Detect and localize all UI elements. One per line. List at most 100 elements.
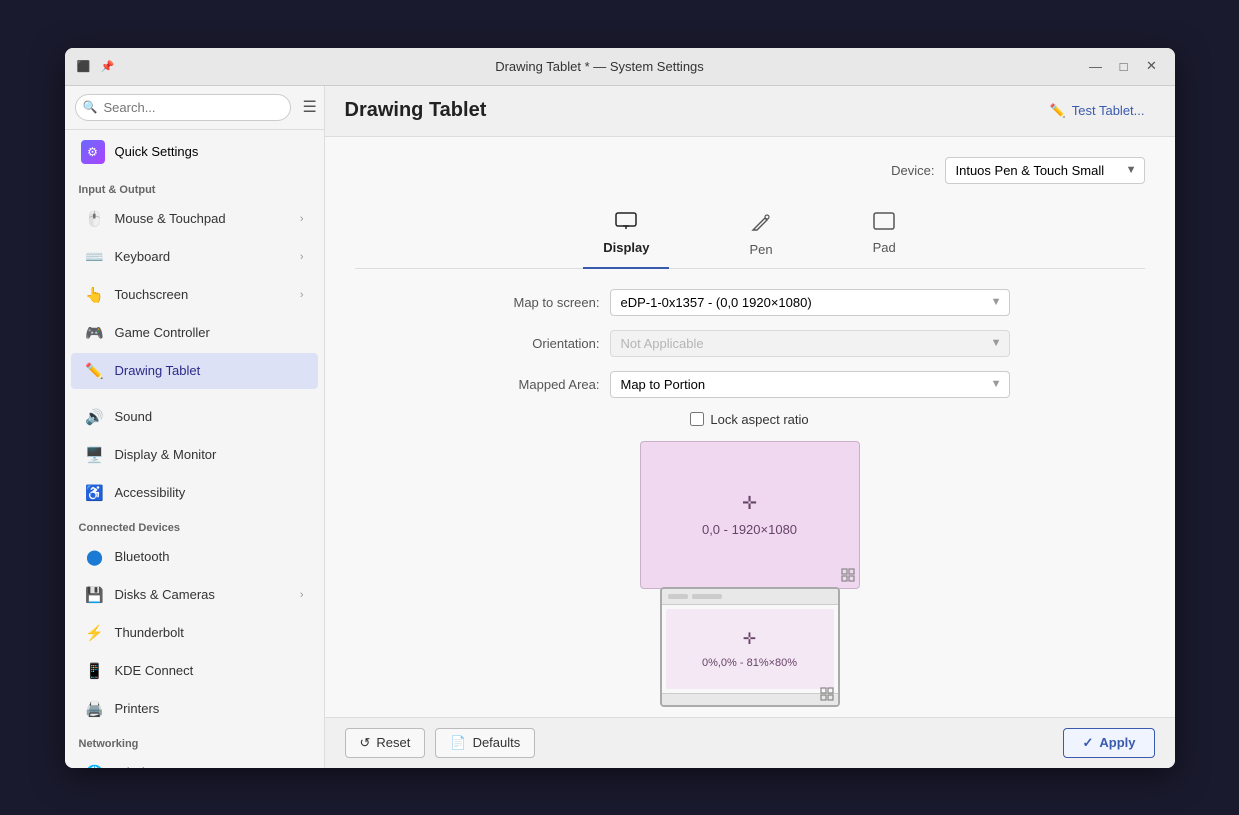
printers-label: Printers xyxy=(115,701,304,716)
disks-cameras-icon: 💾 xyxy=(85,585,105,605)
apply-icon: ✓ xyxy=(1082,735,1093,751)
window-menu-icon[interactable]: ⬛ xyxy=(75,57,93,75)
keyboard-label: Keyboard xyxy=(115,249,290,264)
tablet-top-bar-dot2 xyxy=(692,594,722,599)
pen-tab-label: Pen xyxy=(749,242,772,257)
titlebar-title: Drawing Tablet * — System Settings xyxy=(117,59,1083,74)
sidebar-item-quick-settings[interactable]: ⚙ Quick Settings xyxy=(71,132,318,172)
pen-tab-icon xyxy=(751,212,771,238)
search-wrap: 🔍 xyxy=(75,94,291,121)
display-monitor-icon: 🖥️ xyxy=(85,445,105,465)
minimize-button[interactable]: — xyxy=(1083,53,1109,79)
sound-label: Sound xyxy=(115,409,304,424)
pad-tab-icon xyxy=(873,212,895,236)
orientation-dropdown[interactable]: Not Applicable xyxy=(610,330,1010,357)
pad-tab-label: Pad xyxy=(873,240,896,255)
quick-settings-label: Quick Settings xyxy=(115,144,308,159)
settings-area: Map to screen: eDP-1-0x1357 - (0,0 1920×… xyxy=(490,289,1010,707)
defaults-icon: 📄 xyxy=(450,735,466,751)
page-title: Drawing Tablet xyxy=(345,99,487,122)
sidebar-item-printers[interactable]: 🖨️ Printers xyxy=(71,691,318,727)
thunderbolt-label: Thunderbolt xyxy=(115,625,304,640)
tab-display[interactable]: Display xyxy=(583,204,669,269)
bottom-bar: ↺ Reset 📄 Defaults ✓ Apply xyxy=(325,717,1175,768)
sidebar-item-display-monitor[interactable]: 🖥️ Display & Monitor xyxy=(71,437,318,473)
display-area-rect[interactable]: ✛ 0,0 - 1920×1080 xyxy=(640,441,860,589)
reset-button[interactable]: ↺ Reset xyxy=(345,728,426,758)
maximize-button[interactable]: □ xyxy=(1111,53,1137,79)
sidebar-item-game-controller[interactable]: 🎮 Game Controller xyxy=(71,315,318,351)
device-label: Device: xyxy=(891,163,934,178)
mouse-chevron-icon: › xyxy=(300,213,304,225)
bluetooth-icon: ⬤ xyxy=(85,547,105,567)
defaults-button[interactable]: 📄 Defaults xyxy=(435,728,535,758)
hamburger-button[interactable]: ☰ xyxy=(299,95,321,119)
touchscreen-label: Touchscreen xyxy=(115,287,290,302)
search-row: 🔍 ☰ xyxy=(65,86,324,130)
tab-pen[interactable]: Pen xyxy=(729,204,792,269)
wifi-icon: 🌐 xyxy=(85,763,105,768)
titlebar: ⬛ 📌 Drawing Tablet * — System Settings —… xyxy=(65,48,1175,86)
mapped-area-label: Mapped Area: xyxy=(490,377,600,392)
tab-pad[interactable]: Pad xyxy=(853,204,916,269)
drawing-tablet-label: Drawing Tablet xyxy=(115,363,304,378)
tablet-area-label: 0%,0% - 81%×80% xyxy=(702,657,797,669)
drawing-tablet-icon: ✏️ xyxy=(85,361,105,381)
sidebar-item-drawing-tablet[interactable]: ✏️ Drawing Tablet xyxy=(71,353,318,389)
touchscreen-chevron-icon: › xyxy=(300,289,304,301)
sidebar-item-accessibility[interactable]: ♿ Accessibility xyxy=(71,475,318,511)
test-tablet-button[interactable]: ✏️ Test Tablet... xyxy=(1040,98,1155,124)
touchscreen-icon: 👆 xyxy=(85,285,105,305)
accessibility-icon: ♿ xyxy=(85,483,105,503)
printers-icon: 🖨️ xyxy=(85,699,105,719)
sidebar-item-thunderbolt[interactable]: ⚡ Thunderbolt xyxy=(71,615,318,651)
sidebar-item-keyboard[interactable]: ⌨️ Keyboard › xyxy=(71,239,318,275)
display-resize-handle[interactable] xyxy=(841,570,855,584)
wifi-chevron-icon: › xyxy=(300,767,304,768)
titlebar-controls: — □ ✕ xyxy=(1083,53,1165,79)
bottom-left-buttons: ↺ Reset 📄 Defaults xyxy=(345,728,536,758)
map-to-screen-row: Map to screen: eDP-1-0x1357 - (0,0 1920×… xyxy=(490,289,1010,316)
apply-label: Apply xyxy=(1099,735,1135,750)
map-to-screen-dropdown[interactable]: eDP-1-0x1357 - (0,0 1920×1080) xyxy=(610,289,1010,316)
orientation-row: Orientation: Not Applicable ▼ xyxy=(490,330,1010,357)
mouse-icon: 🖱️ xyxy=(85,209,105,229)
tablet-top-bar xyxy=(662,589,838,605)
sidebar-item-mouse[interactable]: 🖱️ Mouse & Touchpad › xyxy=(71,201,318,237)
map-to-screen-label: Map to screen: xyxy=(490,295,600,310)
close-button[interactable]: ✕ xyxy=(1139,53,1165,79)
tablet-resize-handle[interactable] xyxy=(820,687,834,701)
device-row: Device: Intuos Pen & Touch Small ▼ xyxy=(355,157,1145,184)
wifi-label: Wi-Fi & Internet xyxy=(115,765,290,768)
orientation-dropdown-wrap: Not Applicable ▼ xyxy=(610,330,1010,357)
orientation-label: Orientation: xyxy=(490,336,600,351)
sidebar-item-sound[interactable]: 🔊 Sound xyxy=(71,399,318,435)
tablet-inner-area[interactable]: ✛ 0%,0% - 81%×80% xyxy=(666,609,834,689)
section-header-networking: Networking xyxy=(65,728,324,754)
apply-button[interactable]: ✓ Apply xyxy=(1063,728,1154,758)
sidebar-item-disks-cameras[interactable]: 💾 Disks & Cameras › xyxy=(71,577,318,613)
display-tab-icon xyxy=(615,212,637,236)
tablet-areas: ✛ 0,0 - 1920×1080 xyxy=(490,441,1010,707)
kde-connect-icon: 📱 xyxy=(85,661,105,681)
game-controller-label: Game Controller xyxy=(115,325,304,340)
disks-cameras-chevron-icon: › xyxy=(300,589,304,601)
tablet-outer-rect[interactable]: ✛ 0%,0% - 81%×80% xyxy=(660,587,840,707)
pin-icon[interactable]: 📌 xyxy=(99,57,117,75)
mapped-area-dropdown[interactable]: Map to Full Area Map to Portion xyxy=(610,371,1010,398)
sidebar-item-bluetooth[interactable]: ⬤ Bluetooth xyxy=(71,539,318,575)
sidebar-item-kde-connect[interactable]: 📱 KDE Connect xyxy=(71,653,318,689)
search-input[interactable] xyxy=(75,94,291,121)
keyboard-chevron-icon: › xyxy=(300,251,304,263)
sidebar-item-wifi[interactable]: 🌐 Wi-Fi & Internet › xyxy=(71,755,318,768)
lock-aspect-ratio-label[interactable]: Lock aspect ratio xyxy=(710,412,808,427)
section-header-connected-devices: Connected Devices xyxy=(65,512,324,538)
reset-icon: ↺ xyxy=(360,735,371,751)
defaults-label: Defaults xyxy=(473,735,521,750)
lock-aspect-ratio-checkbox[interactable] xyxy=(690,412,704,426)
mapped-area-dropdown-wrap: Map to Full Area Map to Portion ▼ xyxy=(610,371,1010,398)
device-dropdown[interactable]: Intuos Pen & Touch Small xyxy=(945,157,1145,184)
sidebar-item-touchscreen[interactable]: 👆 Touchscreen › xyxy=(71,277,318,313)
main-window: ⬛ 📌 Drawing Tablet * — System Settings —… xyxy=(65,48,1175,768)
main-layout: 🔍 ☰ ⚙ Quick Settings Input & Output 🖱️ M… xyxy=(65,86,1175,768)
